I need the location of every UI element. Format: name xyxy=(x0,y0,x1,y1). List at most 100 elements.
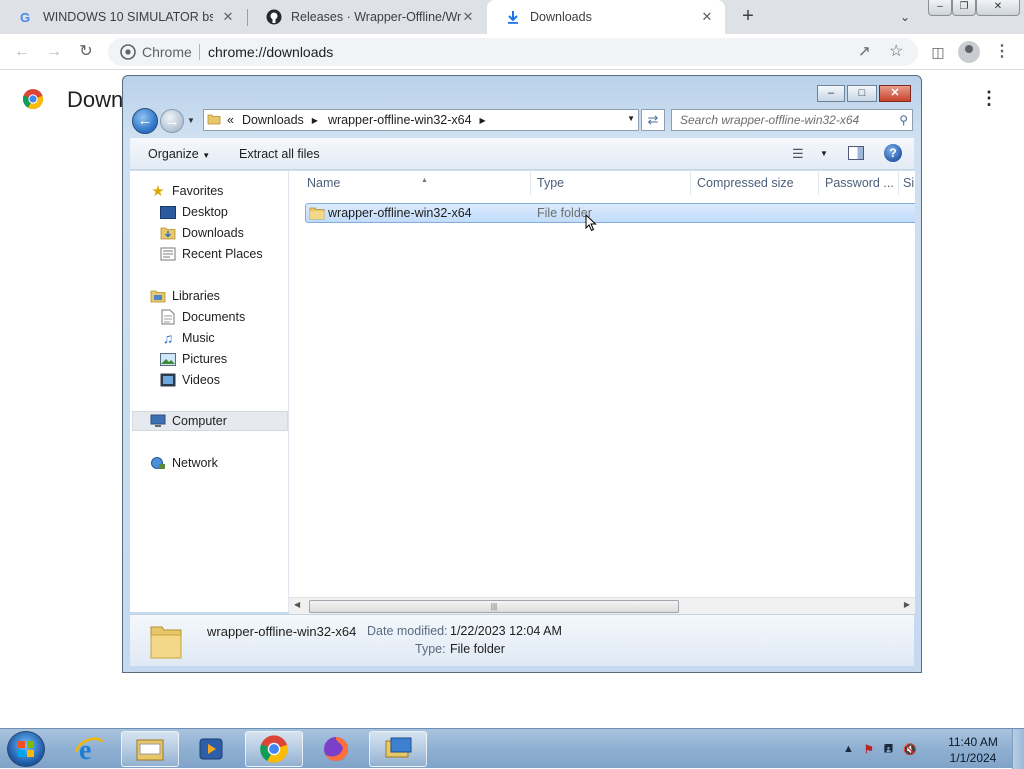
breadcrumb-wrapper-folder[interactable]: wrapper-offline-win32-x64 xyxy=(328,113,472,127)
chrome-logo-icon xyxy=(22,88,44,110)
column-header-password[interactable]: Password ... xyxy=(819,171,899,195)
windows-logo-icon xyxy=(18,741,34,757)
taskbar-chrome[interactable] xyxy=(245,731,303,767)
folder-icon xyxy=(309,206,325,223)
network-status-icon[interactable]: 🖪 xyxy=(884,740,893,759)
close-window-button[interactable]: ✕ xyxy=(976,0,1020,16)
nav-label: Pictures xyxy=(182,352,228,366)
nav-documents[interactable]: Documents xyxy=(160,307,245,327)
tab-releases-wrapper-offline[interactable]: Releases · Wrapper-Offline/Wrap ✕ xyxy=(248,0,486,34)
restore-button[interactable]: ❐ xyxy=(952,0,976,16)
network-icon xyxy=(150,455,166,471)
forward-arrow-icon[interactable]: → xyxy=(44,42,64,62)
nav-pictures[interactable]: Pictures xyxy=(160,349,227,369)
svg-text:G: G xyxy=(20,10,30,24)
taskbar-remote-desktop[interactable] xyxy=(369,731,427,767)
clock-date: 1/1/2024 xyxy=(949,751,997,765)
view-options-icon[interactable]: ☰ xyxy=(792,146,804,162)
show-hidden-icons-arrow-icon[interactable]: ▲ xyxy=(843,743,854,755)
column-label: Compressed size xyxy=(697,176,794,190)
action-center-icon[interactable]: ⚑ xyxy=(864,743,874,756)
horizontal-scrollbar[interactable]: ◀ ||| ▶ xyxy=(289,597,915,614)
breadcrumb-downloads[interactable]: Downloads xyxy=(242,113,304,127)
nav-desktop[interactable]: Desktop xyxy=(160,202,228,222)
nav-favorites[interactable]: ★ Favorites xyxy=(150,181,223,201)
extract-all-button[interactable]: Extract all files xyxy=(239,147,320,161)
address-dropdown-icon[interactable]: ▼ xyxy=(627,114,635,123)
explorer-maximize-button[interactable]: □ xyxy=(847,85,877,102)
nav-label: Network xyxy=(172,456,218,470)
tab-windows-10-simulator[interactable]: G WINDOWS 10 SIMULATOR bsod ✕ xyxy=(0,0,246,34)
mouse-cursor-icon xyxy=(585,213,597,235)
videos-icon xyxy=(160,372,176,388)
nav-label: Favorites xyxy=(172,184,224,198)
minimize-button[interactable]: – xyxy=(928,0,952,16)
explorer-minimize-button[interactable]: – xyxy=(817,85,845,102)
help-icon[interactable]: ? xyxy=(884,144,902,162)
nav-downloads[interactable]: Downloads xyxy=(160,223,244,243)
volume-muted-icon[interactable]: 🔇 xyxy=(903,743,917,756)
show-desktop-button[interactable] xyxy=(1012,729,1024,769)
tab-close-icon[interactable]: ✕ xyxy=(699,9,715,25)
preview-pane-icon[interactable] xyxy=(848,146,864,160)
breadcrumb-arrow-icon[interactable]: ▶ xyxy=(312,116,318,125)
navigation-pane: ★ Favorites Desktop Downloads Recent Pla… xyxy=(130,171,289,612)
nav-music[interactable]: ♫ Music xyxy=(160,328,215,348)
file-name[interactable]: wrapper-offline-win32-x64 xyxy=(328,206,472,220)
scrollbar-thumb[interactable]: ||| xyxy=(309,600,679,613)
libraries-icon xyxy=(150,288,166,304)
nav-computer[interactable]: Computer xyxy=(132,411,288,431)
profile-avatar[interactable] xyxy=(958,41,980,63)
bookmark-star-icon[interactable]: ☆ xyxy=(889,41,903,61)
explorer-back-button[interactable]: ← xyxy=(132,108,158,134)
tab-close-icon[interactable]: ✕ xyxy=(220,9,236,25)
side-panel-icon[interactable]: ◫ xyxy=(928,42,948,62)
tab-search-chevron-icon[interactable]: ⌄ xyxy=(894,6,916,28)
column-header-compressed-size[interactable]: Compressed size xyxy=(691,171,819,195)
new-tab-button[interactable]: + xyxy=(736,5,760,29)
explorer-forward-button[interactable]: → xyxy=(160,109,184,133)
refresh-icon[interactable]: ⇄ xyxy=(641,109,665,131)
column-header-size[interactable]: Si xyxy=(899,171,915,195)
taskbar-clock[interactable]: 11:40 AM 1/1/2024 xyxy=(940,734,1006,766)
explorer-close-button[interactable]: ✕ xyxy=(879,85,911,102)
explorer-window: – □ ✕ ← → ▼ « Downloads ▶ wrapper-offlin… xyxy=(122,75,922,673)
nav-videos[interactable]: Videos xyxy=(160,370,220,390)
tab-close-icon[interactable]: ✕ xyxy=(460,9,476,25)
explorer-address-bar[interactable]: « Downloads ▶ wrapper-offline-win32-x64 … xyxy=(203,109,639,131)
reload-icon[interactable]: ↻ xyxy=(76,42,96,62)
scroll-right-arrow-icon[interactable]: ▶ xyxy=(904,600,910,609)
site-chip-label: Chrome xyxy=(142,44,192,60)
breadcrumb-arrow-icon[interactable]: ▶ xyxy=(480,116,486,125)
taskbar-explorer[interactable] xyxy=(121,731,179,767)
nav-libraries[interactable]: Libraries xyxy=(150,286,220,306)
scroll-left-arrow-icon[interactable]: ◀ xyxy=(294,600,300,609)
page-menu-icon[interactable]: ⋮ xyxy=(980,88,998,109)
search-icon[interactable]: ⚲ xyxy=(899,110,908,130)
organize-button[interactable]: Organize ▼ xyxy=(148,147,210,161)
back-arrow-icon[interactable]: ← xyxy=(12,42,32,62)
column-header-name[interactable]: Name ▲ xyxy=(301,171,531,195)
menu-kebab-icon[interactable]: ⋮ xyxy=(992,42,1012,62)
tab-downloads[interactable]: Downloads ✕ xyxy=(487,0,725,34)
recent-pages-dropdown-icon[interactable]: ▼ xyxy=(187,116,195,125)
start-button[interactable] xyxy=(7,731,45,767)
explorer-search-input[interactable]: Search wrapper-offline-win32-x64 ⚲ xyxy=(671,109,913,131)
search-placeholder: Search wrapper-offline-win32-x64 xyxy=(680,113,860,127)
chrome-site-icon xyxy=(120,44,136,60)
column-header-type[interactable]: Type xyxy=(531,171,691,195)
breadcrumb-overflow[interactable]: « xyxy=(227,113,234,127)
organize-dropdown-icon: ▼ xyxy=(202,151,211,160)
folder-icon xyxy=(207,112,221,129)
taskbar-media-player[interactable] xyxy=(182,731,240,767)
taskbar-internet-explorer[interactable]: e xyxy=(60,731,118,767)
nav-recent-places[interactable]: Recent Places xyxy=(160,244,263,264)
tab-title: WINDOWS 10 SIMULATOR bsod xyxy=(43,10,213,24)
nav-network[interactable]: Network xyxy=(150,453,218,473)
taskbar-firefox[interactable] xyxy=(307,731,365,767)
url-text[interactable]: chrome://downloads xyxy=(208,44,333,60)
address-bar[interactable]: Chrome chrome://downloads ↗ ☆ xyxy=(108,38,918,66)
folder-icon xyxy=(136,739,164,761)
share-icon[interactable]: ↗ xyxy=(858,42,871,60)
view-dropdown-icon[interactable]: ▼ xyxy=(820,149,828,158)
